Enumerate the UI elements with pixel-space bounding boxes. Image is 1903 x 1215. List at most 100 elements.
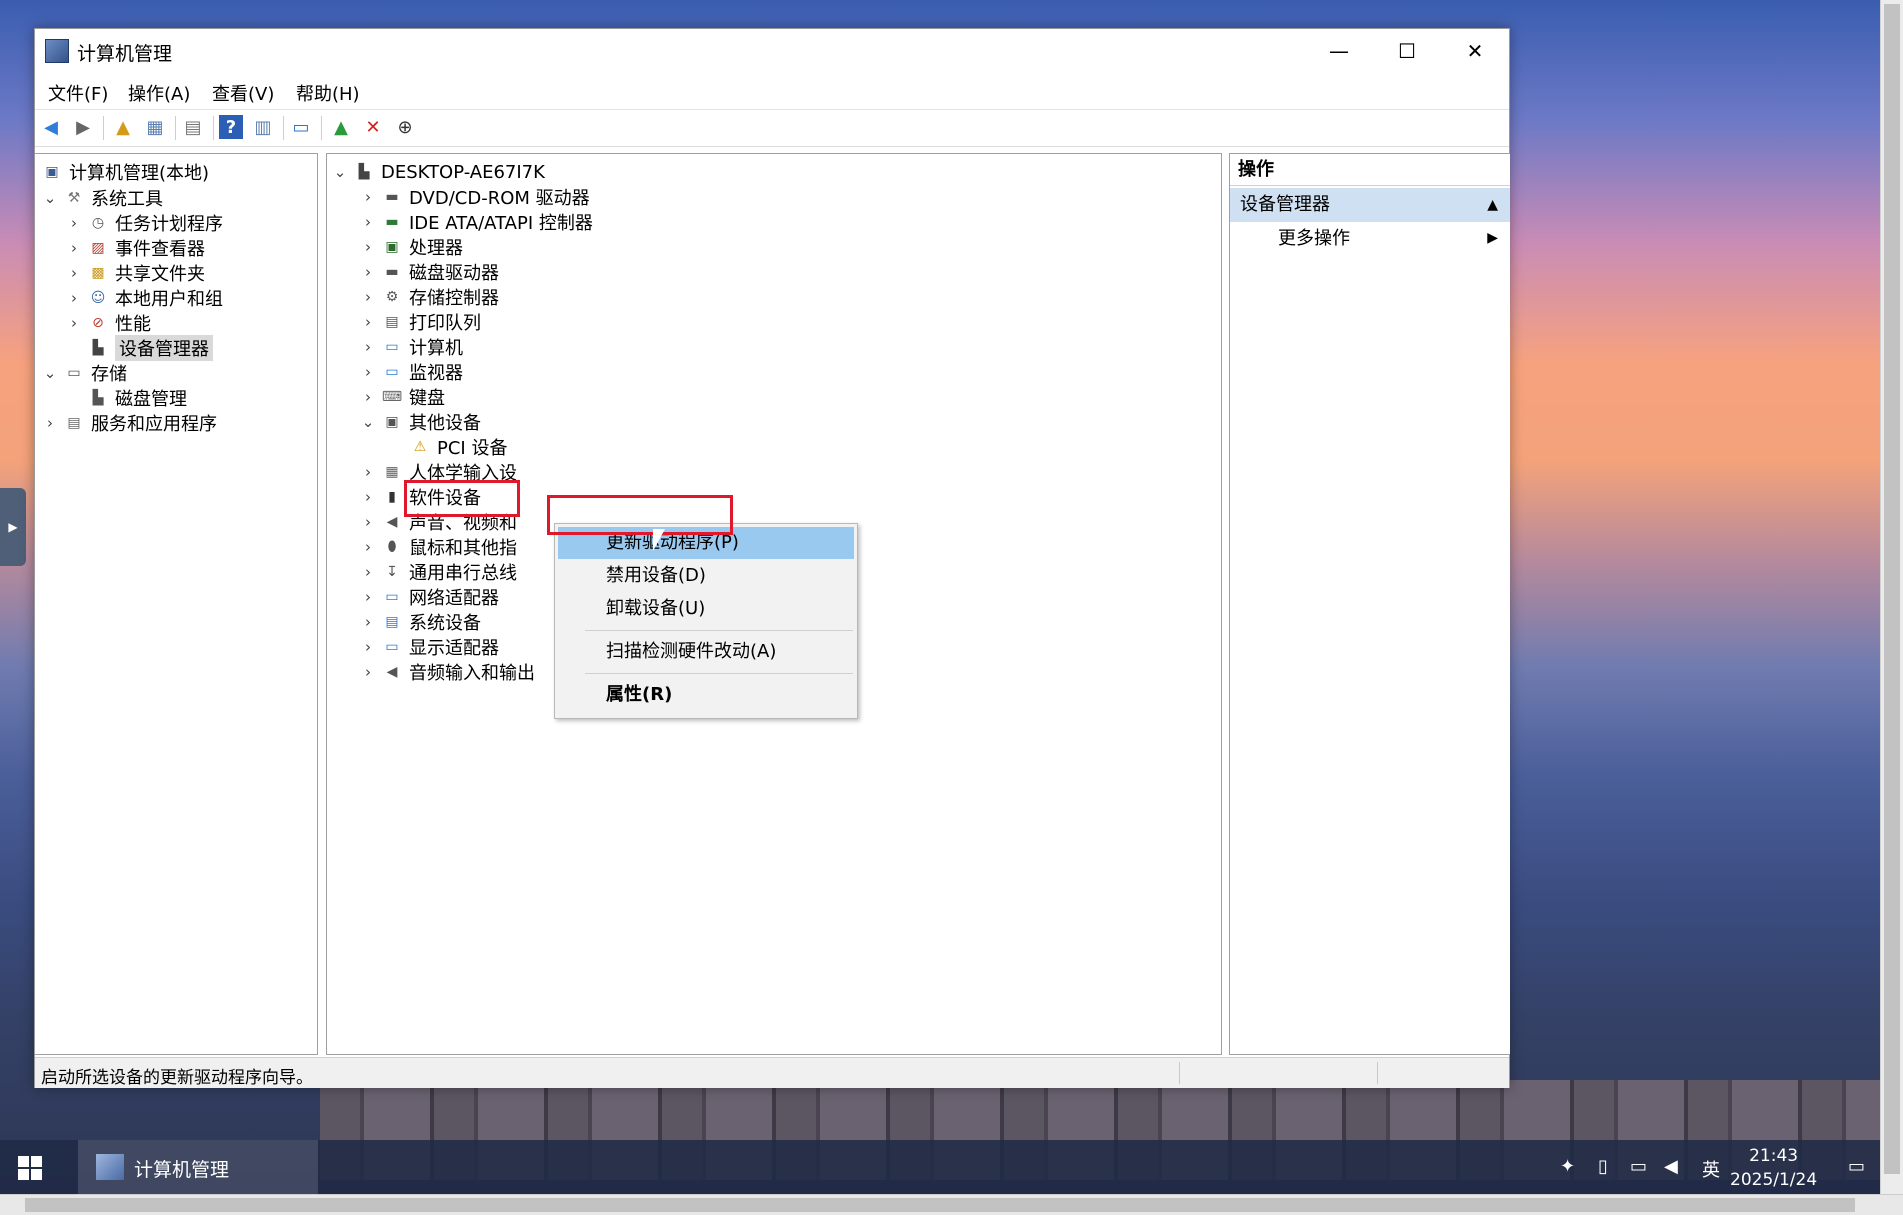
chevron-right-icon[interactable]: ›	[359, 308, 377, 336]
chevron-right-icon[interactable]: ›	[359, 233, 377, 261]
notification-icon[interactable]: ▭	[1848, 1156, 1865, 1177]
context-disable-device[interactable]: 禁用设备(D)	[558, 560, 854, 592]
uninstall-device-icon[interactable]: ✕	[361, 115, 385, 139]
chevron-right-icon[interactable]: ›	[359, 633, 377, 661]
device-category[interactable]: › ▭ 显示适配器	[359, 633, 499, 661]
tree-device-manager[interactable]: ▙ 设备管理器	[87, 334, 213, 362]
chevron-right-icon[interactable]: ›	[359, 258, 377, 286]
ime-indicator[interactable]: 英	[1702, 1156, 1720, 1182]
device-category[interactable]: › ▬ DVD/CD-ROM 驱动器	[359, 183, 590, 211]
chevron-right-icon[interactable]: ›	[359, 383, 377, 411]
chevron-right-icon[interactable]: ›	[359, 533, 377, 561]
forward-arrow-icon[interactable]: ▶	[71, 115, 95, 139]
context-properties[interactable]: 属性(R)	[558, 679, 854, 711]
device-category-other[interactable]: ⌄ ▣ 其他设备	[359, 408, 481, 436]
chevron-right-icon[interactable]: ›	[359, 358, 377, 386]
chevron-right-icon[interactable]: ›	[359, 658, 377, 686]
device-category[interactable]: › ▤ 打印队列	[359, 308, 481, 336]
tree-root[interactable]: ▣ 计算机管理(本地)	[41, 158, 209, 186]
chevron-right-icon[interactable]: ›	[359, 283, 377, 311]
context-uninstall-device[interactable]: 卸载设备(U)	[558, 593, 854, 625]
device-pci[interactable]: ⚠ PCI 设备	[409, 433, 508, 461]
minimize-button[interactable]: —	[1305, 29, 1373, 73]
device-category[interactable]: › ▣ 处理器	[359, 233, 463, 261]
device-category[interactable]: › ▬ IDE ATA/ATAPI 控制器	[359, 208, 593, 236]
network-tray-icon[interactable]: ▭	[1630, 1156, 1647, 1177]
chevron-right-icon[interactable]: ›	[65, 234, 83, 262]
chevron-right-icon[interactable]: ›	[359, 333, 377, 361]
tree-event-viewer[interactable]: › ▨ 事件查看器	[65, 234, 205, 262]
chevron-right-icon[interactable]: ›	[359, 458, 377, 486]
submenu-arrow-icon[interactable]: ▶	[1487, 230, 1498, 246]
chevron-right-icon[interactable]: ›	[359, 508, 377, 536]
maximize-button[interactable]: ☐	[1373, 29, 1441, 73]
actions-section-device-manager[interactable]: 设备管理器 ▲	[1230, 188, 1510, 222]
chevron-right-icon[interactable]: ›	[65, 284, 83, 312]
volume-icon[interactable]: ◀	[1664, 1156, 1678, 1177]
device-category[interactable]: › ▤ 系统设备	[359, 608, 481, 636]
chevron-right-icon[interactable]: ›	[359, 608, 377, 636]
chevron-down-icon[interactable]: ⌄	[359, 408, 377, 436]
collapse-up-icon[interactable]: ▲	[1487, 188, 1498, 222]
chevron-right-icon[interactable]: ›	[359, 483, 377, 511]
device-category[interactable]: › ◀ 音频输入和输出	[359, 658, 535, 686]
device-category[interactable]: › ⚙ 存储控制器	[359, 283, 499, 311]
help-icon[interactable]: ?	[219, 115, 243, 139]
context-scan-hardware[interactable]: 扫描检测硬件改动(A)	[558, 636, 854, 668]
chevron-right-icon[interactable]: ›	[65, 309, 83, 337]
device-category[interactable]: › ↧ 通用串行总线	[359, 558, 517, 586]
side-panel-handle[interactable]: ▶	[0, 488, 26, 566]
disk-drive-icon: ▬	[385, 264, 399, 280]
system-device-icon: ▤	[385, 614, 399, 630]
action-pane-icon[interactable]: ▥	[251, 115, 275, 139]
back-arrow-icon[interactable]: ◀	[39, 115, 63, 139]
close-button[interactable]: ✕	[1441, 29, 1509, 73]
chevron-down-icon[interactable]: ⌄	[331, 158, 349, 186]
usb-tray-icon[interactable]: ▯	[1598, 1156, 1608, 1177]
tree-disk-management[interactable]: ▙ 磁盘管理	[87, 384, 187, 412]
network-sparkle-icon[interactable]: ✦	[1560, 1156, 1575, 1177]
chevron-right-icon[interactable]: ›	[65, 209, 83, 237]
chevron-down-icon[interactable]: ⌄	[41, 359, 59, 387]
start-button[interactable]	[18, 1156, 42, 1180]
horizontal-scrollbar[interactable]	[0, 1194, 1903, 1215]
device-root[interactable]: ⌄ ▙ DESKTOP-AE67I7K	[331, 158, 545, 186]
context-separator	[585, 630, 853, 631]
device-category[interactable]: › ⬮ 鼠标和其他指	[359, 533, 517, 561]
chevron-right-icon[interactable]: ›	[359, 558, 377, 586]
properties-icon[interactable]: ▤	[181, 115, 205, 139]
up-folder-icon[interactable]: ▲	[111, 115, 135, 139]
taskbar-app-computer-management[interactable]: 计算机管理	[78, 1140, 318, 1196]
menu-help[interactable]: 帮助(H)	[296, 80, 360, 106]
tree-system-tools[interactable]: ⌄ ⚒ 系统工具	[41, 184, 163, 212]
device-category[interactable]: › ▭ 网络适配器	[359, 583, 499, 611]
chevron-right-icon[interactable]: ›	[359, 583, 377, 611]
scan-hardware-icon[interactable]: ▭	[289, 115, 313, 139]
device-category[interactable]: › ▬ 磁盘驱动器	[359, 258, 499, 286]
show-hide-tree-icon[interactable]: ▦	[143, 115, 167, 139]
tree-shared-folders[interactable]: › ▩ 共享文件夹	[65, 259, 205, 287]
update-driver-icon[interactable]: ▲	[329, 115, 353, 139]
chevron-down-icon[interactable]: ⌄	[41, 184, 59, 212]
context-separator	[585, 673, 853, 674]
chevron-right-icon[interactable]: ›	[41, 409, 59, 437]
menu-action[interactable]: 操作(A)	[128, 80, 190, 106]
chevron-right-icon[interactable]: ›	[359, 208, 377, 236]
chevron-right-icon[interactable]: ›	[359, 183, 377, 211]
title-bar[interactable]: 计算机管理 — ☐ ✕	[35, 29, 1509, 73]
device-category[interactable]: › ▭ 计算机	[359, 333, 463, 361]
tree-storage[interactable]: ⌄ ▭ 存储	[41, 359, 127, 387]
more-actions[interactable]: 更多操作	[1278, 222, 1350, 256]
chevron-right-icon[interactable]: ›	[65, 259, 83, 287]
taskbar-clock[interactable]: 21:43 2025/1/24	[1730, 1144, 1817, 1192]
device-category[interactable]: › ⌨ 键盘	[359, 383, 445, 411]
tree-services-apps[interactable]: › ▤ 服务和应用程序	[41, 409, 217, 437]
menu-file[interactable]: 文件(F)	[48, 80, 108, 106]
device-category[interactable]: › ▭ 监视器	[359, 358, 463, 386]
tree-task-scheduler[interactable]: › ◷ 任务计划程序	[65, 209, 223, 237]
menu-view[interactable]: 查看(V)	[212, 80, 274, 106]
disable-device-icon[interactable]: ⊕	[393, 115, 417, 139]
tree-local-users[interactable]: › ☺ 本地用户和组	[65, 284, 223, 312]
vertical-scrollbar[interactable]	[1880, 0, 1903, 1215]
tree-performance[interactable]: › ⊘ 性能	[65, 309, 151, 337]
